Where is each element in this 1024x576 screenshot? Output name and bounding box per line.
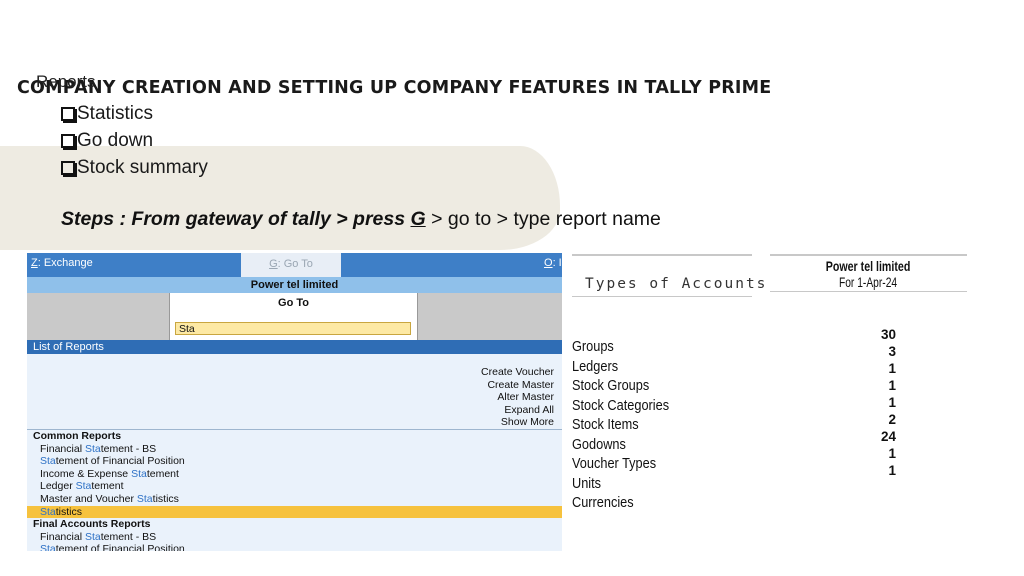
bullet-item: Stock summary xyxy=(61,154,208,181)
report-item[interactable]: Master and Voucher Statistics xyxy=(27,493,562,506)
divider xyxy=(770,254,967,256)
divider xyxy=(572,296,752,297)
checkbox-icon xyxy=(61,133,75,148)
action-list: Create Voucher Create Master Alter Maste… xyxy=(481,366,554,429)
goto-search-input[interactable]: Sta xyxy=(175,322,411,335)
account-count-value: 2 xyxy=(888,412,896,427)
types-of-accounts-title: Types of Accounts xyxy=(585,276,768,292)
account-type-label: Stock Groups xyxy=(572,377,650,394)
report-item[interactable]: Ledger Statement xyxy=(27,480,562,493)
report-item[interactable]: Financial Statement - BS xyxy=(27,443,562,456)
account-count-value: 1 xyxy=(888,446,896,461)
bullet-item: Statistics xyxy=(61,100,208,127)
reports-label: Reports xyxy=(36,72,96,91)
goto-menu[interactable]: G: Go To xyxy=(241,253,341,277)
account-count-value: 30 xyxy=(880,327,896,342)
account-count-value: 1 xyxy=(888,378,896,393)
expand-all-button[interactable]: Expand All xyxy=(481,404,554,417)
account-type-label: Groups xyxy=(572,338,614,355)
goto-dialog: Go To Sta xyxy=(169,293,418,340)
show-more-button[interactable]: Show More xyxy=(481,416,554,429)
account-type-label: Units xyxy=(572,474,602,492)
checkbox-icon xyxy=(61,160,75,175)
account-type-label: Stock Items xyxy=(572,416,639,433)
statistics-date: For 1-Apr-24 xyxy=(838,275,898,290)
report-item[interactable]: Income & Expense Statement xyxy=(27,468,562,481)
report-item[interactable]: Statement of Financial Position xyxy=(27,543,562,551)
account-count-value: 3 xyxy=(888,344,896,359)
account-type-label: Stock Categories xyxy=(572,396,670,414)
report-section-label: Final Accounts Reports xyxy=(33,518,151,531)
account-count-value: 24 xyxy=(880,429,896,444)
alter-master-button[interactable]: Alter Master xyxy=(481,391,554,404)
account-types-list: Groups Ledgers Stock Groups Stock Categorie… xyxy=(572,337,669,513)
account-type-label: Currencies xyxy=(572,494,634,511)
steps-instruction: Steps : From gateway of tally > press G … xyxy=(61,208,661,230)
company-name-bar: Power tel limited xyxy=(27,277,562,293)
report-section-label: Common Reports xyxy=(33,430,122,442)
shortcut-key: G xyxy=(410,208,426,230)
list-of-reports-header: List of Reports xyxy=(27,340,562,354)
bullet-item: Go down xyxy=(61,127,208,154)
divider xyxy=(572,254,752,256)
report-item-selected[interactable]: Statistics xyxy=(27,505,562,519)
bullet-list: Statistics Go down Stock summary xyxy=(61,100,208,181)
tally-window: Z: Exchange G: Go To O: I Power tel limi… xyxy=(27,253,562,551)
create-voucher-button[interactable]: Create Voucher xyxy=(481,366,554,379)
slide-title: COMPANY CREATION AND SETTING UP COMPANY … xyxy=(17,78,772,98)
report-list: Common Reports Financial Statement - BS St… xyxy=(27,430,562,551)
divider xyxy=(770,291,967,292)
account-count-value: 1 xyxy=(888,361,896,376)
account-type-label: Ledgers xyxy=(572,357,619,375)
account-count-value: 1 xyxy=(888,395,896,410)
o-menu[interactable]: O: I xyxy=(544,257,562,269)
exchange-menu[interactable]: Z: Exchange xyxy=(31,257,93,269)
account-count-value: 1 xyxy=(888,463,896,478)
account-type-label: Voucher Types xyxy=(572,455,657,472)
tally-top-bar: Z: Exchange G: Go To O: I xyxy=(27,253,562,277)
report-item[interactable]: Financial Statement - BS xyxy=(27,531,562,544)
account-type-label: Godowns xyxy=(572,435,626,453)
report-item[interactable]: Statement of Financial Position xyxy=(27,455,562,468)
goto-dialog-title: Go To xyxy=(278,297,309,309)
create-master-button[interactable]: Create Master xyxy=(481,379,554,392)
account-counts-list: 30 3 1 1 1 2 24 1 1 xyxy=(870,326,896,479)
checkbox-icon xyxy=(61,106,75,121)
statistics-company-name: Power tel limited xyxy=(825,258,911,274)
